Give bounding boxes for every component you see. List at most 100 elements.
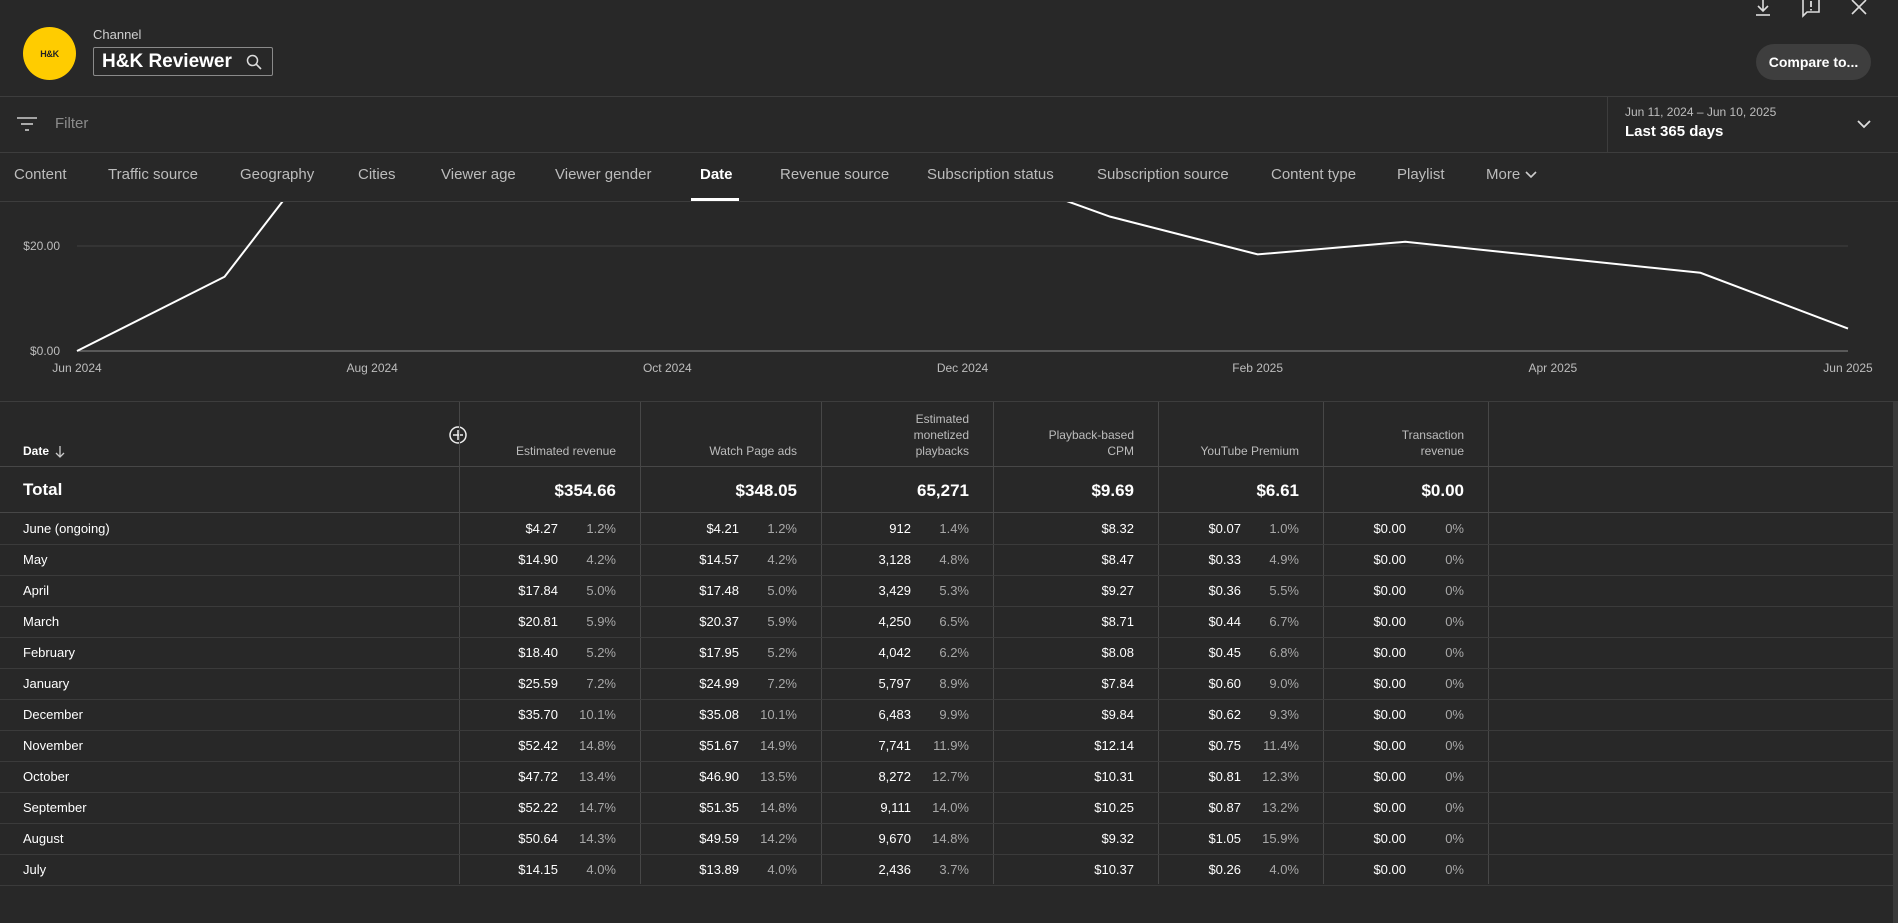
row-label: April bbox=[23, 583, 50, 598]
tab-playlist[interactable]: Playlist bbox=[1397, 166, 1445, 183]
column-header-text: monetized bbox=[913, 428, 969, 442]
cell-value: 2,436 bbox=[878, 862, 911, 877]
channel-selector[interactable]: H&K Reviewer bbox=[93, 47, 273, 76]
cell-percent: 9.3% bbox=[1269, 707, 1299, 722]
filter-icon[interactable] bbox=[17, 116, 37, 132]
cell-value: $8.32 bbox=[1101, 521, 1134, 536]
cell-percent: 4.0% bbox=[586, 862, 616, 877]
cell-value: $9.32 bbox=[1101, 831, 1134, 846]
column-header-playback-cpm[interactable]: Playback-based CPM bbox=[1049, 427, 1134, 459]
column-header-youtube-premium[interactable]: YouTube Premium bbox=[1201, 443, 1300, 459]
x-tick-label: Dec 2024 bbox=[937, 361, 989, 375]
cell-percent: 4.0% bbox=[1269, 862, 1299, 877]
tab-viewer-gender[interactable]: Viewer gender bbox=[555, 166, 651, 183]
row-divider bbox=[0, 637, 1898, 638]
column-header-estimated-revenue[interactable]: Estimated revenue bbox=[516, 443, 616, 459]
compare-button[interactable]: Compare to... bbox=[1756, 44, 1871, 80]
column-header-watch-page-ads[interactable]: Watch Page ads bbox=[709, 443, 797, 459]
header: H&K Channel H&K Reviewer Compare to... bbox=[0, 0, 1898, 97]
cell-percent: 5.2% bbox=[767, 645, 797, 660]
cell-value: $35.70 bbox=[518, 707, 558, 722]
cell-percent: 4.0% bbox=[767, 862, 797, 877]
cell-value: 8,272 bbox=[878, 769, 911, 784]
cell-percent: 15.9% bbox=[1262, 831, 1299, 846]
cell-percent: 5.0% bbox=[586, 583, 616, 598]
date-column-header[interactable]: Date bbox=[23, 444, 65, 458]
cell-percent: 14.8% bbox=[579, 738, 616, 753]
cell-value: $0.07 bbox=[1208, 521, 1241, 536]
total-label: Total bbox=[23, 480, 63, 499]
row-divider bbox=[0, 792, 1898, 793]
cell-value: 4,042 bbox=[878, 645, 911, 660]
tab-cities[interactable]: Cities bbox=[358, 166, 396, 183]
tab-content-type[interactable]: Content type bbox=[1271, 166, 1356, 183]
feedback-icon[interactable] bbox=[1800, 0, 1822, 18]
column-divider bbox=[459, 402, 460, 884]
cell-percent: 5.0% bbox=[767, 583, 797, 598]
row-divider bbox=[0, 761, 1898, 762]
search-icon[interactable] bbox=[246, 54, 262, 70]
cell-value: $0.75 bbox=[1208, 738, 1241, 753]
row-divider bbox=[0, 823, 1898, 824]
cell-percent: 12.3% bbox=[1262, 769, 1299, 784]
x-tick-label: Feb 2025 bbox=[1232, 361, 1283, 375]
x-tick-label: Oct 2024 bbox=[643, 361, 692, 375]
cell-value: $0.44 bbox=[1208, 614, 1241, 629]
cell-percent: 0% bbox=[1445, 800, 1464, 815]
cell-value: $0.87 bbox=[1208, 800, 1241, 815]
column-header-text: YouTube Premium bbox=[1200, 444, 1300, 458]
chevron-down-icon bbox=[1857, 120, 1871, 129]
tab-date[interactable]: Date bbox=[700, 166, 733, 183]
column-header-monetized-playbacks[interactable]: Estimated monetized playbacks bbox=[914, 411, 969, 459]
sort-arrow-icon bbox=[55, 445, 65, 458]
column-header-transaction-revenue[interactable]: Transaction revenue bbox=[1402, 427, 1464, 459]
add-column-icon[interactable] bbox=[449, 426, 467, 444]
scrollbar[interactable] bbox=[1893, 402, 1898, 923]
total-estimated-revenue: $354.66 bbox=[554, 481, 616, 500]
cell-value: 5,797 bbox=[878, 676, 911, 691]
cell-percent: 11.4% bbox=[1263, 738, 1299, 753]
tab-content[interactable]: Content bbox=[14, 166, 67, 183]
cell-value: $49.59 bbox=[699, 831, 739, 846]
tab-traffic-source[interactable]: Traffic source bbox=[108, 166, 198, 183]
close-icon[interactable] bbox=[1848, 0, 1870, 18]
total-monetized-playbacks: 65,271 bbox=[917, 481, 969, 500]
cell-percent: 6.5% bbox=[939, 614, 969, 629]
download-icon[interactable] bbox=[1752, 0, 1774, 18]
cell-percent: 5.9% bbox=[586, 614, 616, 629]
column-header-text: Transaction bbox=[1401, 428, 1464, 442]
cell-percent: 4.2% bbox=[586, 552, 616, 567]
row-label: December bbox=[23, 707, 83, 722]
cell-value: $4.21 bbox=[706, 521, 739, 536]
cell-percent: 14.8% bbox=[760, 800, 797, 815]
tab-subscription-status[interactable]: Subscription status bbox=[927, 166, 1054, 183]
channel-label: Channel bbox=[93, 27, 142, 42]
cell-value: $10.31 bbox=[1094, 769, 1134, 784]
cell-value: $0.62 bbox=[1208, 707, 1241, 722]
header-divider bbox=[0, 466, 1898, 467]
tab-viewer-age[interactable]: Viewer age bbox=[441, 166, 516, 183]
tab-subscription-source[interactable]: Subscription source bbox=[1097, 166, 1229, 183]
column-header-text: CPM bbox=[1107, 444, 1134, 458]
cell-value: $20.37 bbox=[699, 614, 739, 629]
cell-value: $8.71 bbox=[1101, 614, 1134, 629]
cell-value: $8.08 bbox=[1101, 645, 1134, 660]
tab-more[interactable]: More bbox=[1486, 166, 1538, 183]
filter-input[interactable]: Filter bbox=[55, 115, 88, 132]
column-divider bbox=[640, 402, 641, 884]
x-tick-label: Jun 2025 bbox=[1823, 361, 1873, 375]
date-range-picker[interactable]: Jun 11, 2024 – Jun 10, 2025 Last 365 day… bbox=[1607, 97, 1898, 152]
cell-value: $0.33 bbox=[1208, 552, 1241, 567]
cell-percent: 0% bbox=[1445, 552, 1464, 567]
cell-percent: 0% bbox=[1445, 862, 1464, 877]
cell-percent: 5.5% bbox=[1269, 583, 1299, 598]
total-transaction-revenue: $0.00 bbox=[1421, 481, 1464, 500]
cell-value: $0.00 bbox=[1373, 614, 1406, 629]
tab-revenue-source[interactable]: Revenue source bbox=[780, 166, 889, 183]
cell-percent: 4.8% bbox=[939, 552, 969, 567]
report-table: Date Total Estimated revenue $354.66 Watch… bbox=[0, 402, 1898, 923]
cell-value: $4.27 bbox=[525, 521, 558, 536]
column-header-text: Estimated bbox=[915, 412, 969, 426]
cell-percent: 1.4% bbox=[939, 521, 969, 536]
tab-geography[interactable]: Geography bbox=[240, 166, 314, 183]
